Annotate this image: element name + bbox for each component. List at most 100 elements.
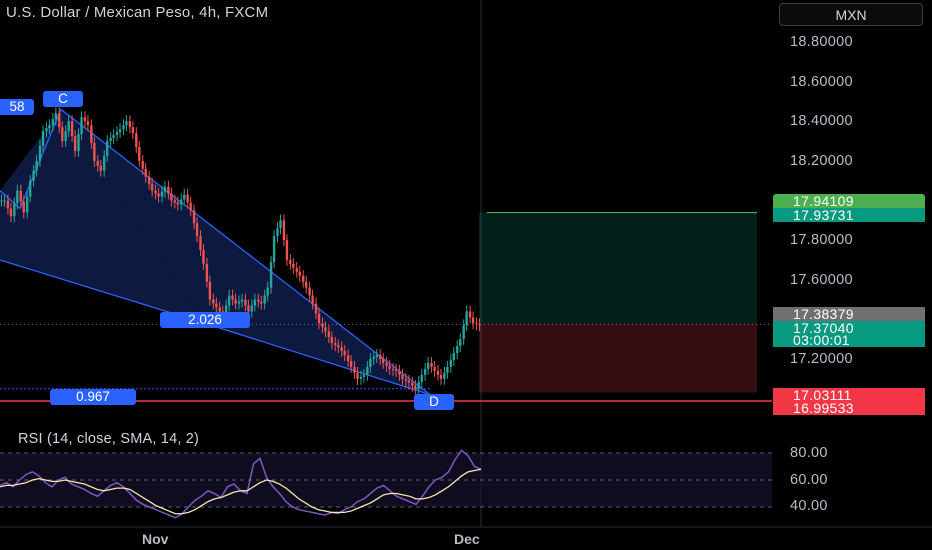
rsi-tick: 60.00 [790,472,828,488]
candle-body [295,267,298,272]
candle-body [471,317,475,324]
candle-body [9,208,13,217]
candle-body [80,117,83,135]
price-tick: 18.40000 [790,113,853,129]
candle-body [263,295,266,304]
candle-body [237,301,241,304]
candle-body [372,357,375,359]
candle-body [112,135,115,139]
candle-body [407,380,411,383]
candle-body [99,165,102,171]
candle-body [317,313,321,324]
candle-body [231,295,234,300]
candle-body [321,323,324,328]
candle-body [58,113,61,128]
candle-body [160,191,164,197]
candle-body [382,359,385,363]
candle-body [167,186,170,194]
candle-body [414,385,417,389]
candle-body [32,170,35,181]
candle-body [192,210,196,224]
candle-body [459,339,462,347]
candle-body [3,200,6,202]
candle-body [394,369,398,371]
candle-body [141,160,144,169]
rsi-tick: 40.00 [790,498,828,514]
price-tick: 17.80000 [790,232,853,248]
candle-body [218,307,221,312]
candle-body [19,190,22,202]
candle-body [106,141,109,156]
candle-body [465,311,468,326]
candle-body [337,345,340,348]
target-upper-tag: 17.94109 [773,194,925,208]
candle-body [25,196,29,213]
candle-body [189,202,192,211]
candle-body [234,299,237,304]
candle-body [138,147,141,161]
price-tick: 18.20000 [790,153,853,169]
candle-body [150,183,154,191]
candle-body [122,125,125,130]
candle-body [109,138,112,142]
candle-body [439,374,443,379]
candle-body [208,281,212,300]
candle-body [478,324,481,326]
candle-body [349,360,353,367]
candle-body [176,202,180,205]
candle-body [260,301,263,304]
candle-body [423,368,427,375]
countdown-tag: 03:00:01 [773,333,925,347]
candle-body [327,331,331,338]
candle-body [391,368,395,370]
candle-body [212,299,215,304]
candle-body [48,125,51,129]
candle-body [401,374,404,379]
candle-body [70,121,74,137]
candle-body [115,132,119,136]
stop-zone [479,323,757,393]
candle-body [282,220,286,241]
candle-body [183,194,186,200]
candle-body [417,381,420,389]
price-tick: 18.60000 [790,74,853,90]
target-zone [479,212,757,324]
point-d-label: D [414,394,454,410]
candle-body [205,263,209,282]
candle-body [90,125,93,144]
candle-body [240,299,244,302]
candle-body [13,203,16,217]
candle-body [346,355,350,361]
candle-body [61,127,64,142]
candle-body [298,271,301,276]
point-c-label: C [43,91,83,107]
candle-body [147,176,151,184]
candle-body [135,133,138,148]
candle-body [426,362,430,369]
rsi-indicator-label[interactable]: RSI (14, close, SMA, 14, 2) [18,431,199,447]
last-price-grey-tag: 17.38379 [773,307,925,321]
candle-body [170,193,173,201]
candle-body [369,359,372,367]
candle-body [340,347,343,352]
candle-body [304,281,308,288]
candle-body [362,374,366,377]
candle-body [398,370,401,375]
candle-body [289,259,292,264]
candle-body [276,228,279,237]
candle-body [404,378,408,381]
candle-body [279,220,282,229]
candle-body [253,299,257,306]
candle-body [227,295,231,306]
candle-body [83,117,87,122]
candle-body [154,190,157,194]
candle-body [330,337,334,344]
candle-body [38,146,42,161]
candle-body [51,119,55,126]
candle-body [0,200,3,202]
candle-body [103,155,106,171]
candle-body [86,121,90,126]
candle-body [343,351,346,356]
candle-body [199,236,202,251]
ratio-label-bottom: 0.967 [50,389,136,405]
